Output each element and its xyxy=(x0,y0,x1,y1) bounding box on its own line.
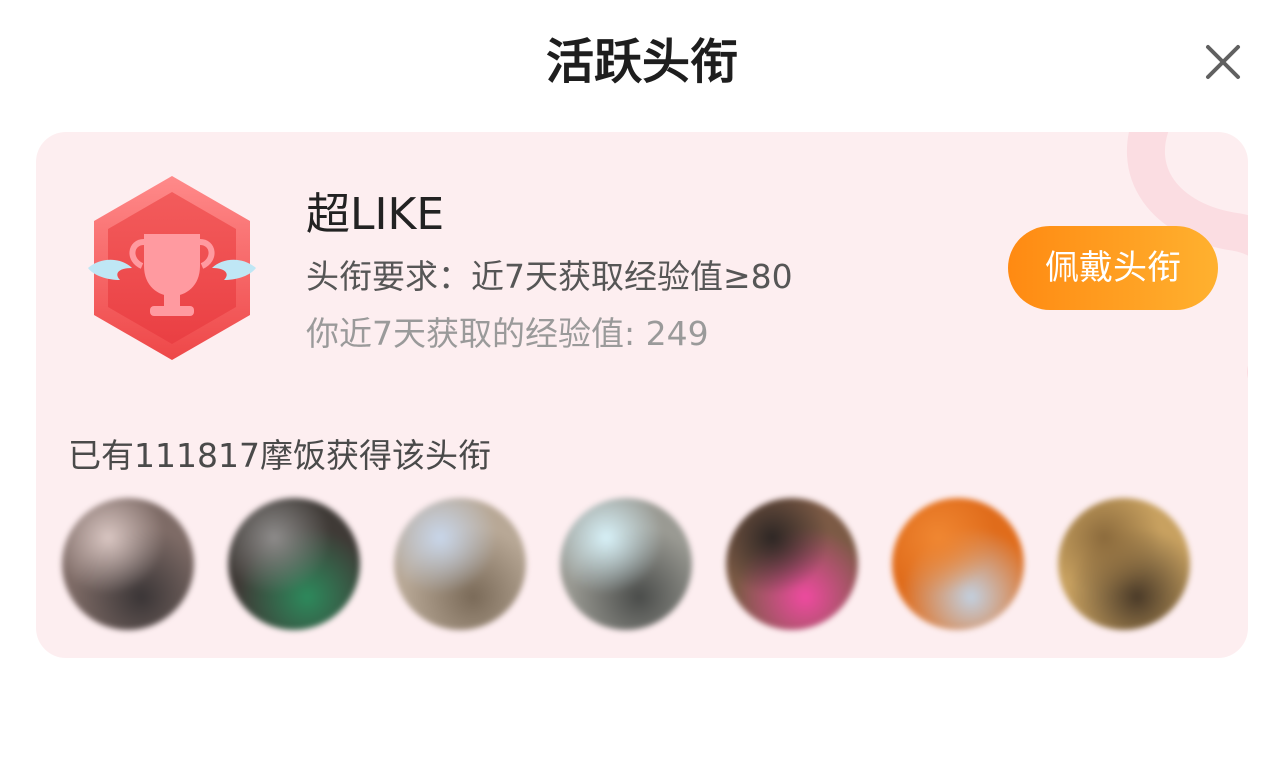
wear-title-button[interactable]: 佩戴头衔 xyxy=(1008,226,1218,310)
title-dialog: 活跃头衔 超LIKE 头衔要求：近7天获取经验值≥80 你近7天获取的经验值: … xyxy=(0,0,1284,757)
avatar-5[interactable] xyxy=(726,498,858,630)
owners-count-text: 已有111817摩饭获得该头衔 xyxy=(68,436,491,475)
badge-name: 超LIKE xyxy=(306,189,445,240)
user-exp-value: 你近7天获取的经验值: 249 xyxy=(306,314,709,353)
avatar-3[interactable] xyxy=(394,498,526,630)
badge-card: 超LIKE 头衔要求：近7天获取经验值≥80 你近7天获取的经验值: 249 佩… xyxy=(36,132,1248,658)
owner-avatar-list xyxy=(62,498,1212,638)
avatar-6[interactable] xyxy=(892,498,1024,630)
avatar-2[interactable] xyxy=(228,498,360,630)
avatar-4[interactable] xyxy=(560,498,692,630)
badge-requirement: 头衔要求：近7天获取经验值≥80 xyxy=(306,257,793,296)
avatar-7[interactable] xyxy=(1058,498,1190,630)
trophy-badge-icon xyxy=(84,170,260,366)
dialog-header: 活跃头衔 xyxy=(0,0,1284,120)
dialog-title: 活跃头衔 xyxy=(545,34,738,90)
close-icon[interactable] xyxy=(1197,36,1249,88)
avatar-1[interactable] xyxy=(62,498,194,630)
